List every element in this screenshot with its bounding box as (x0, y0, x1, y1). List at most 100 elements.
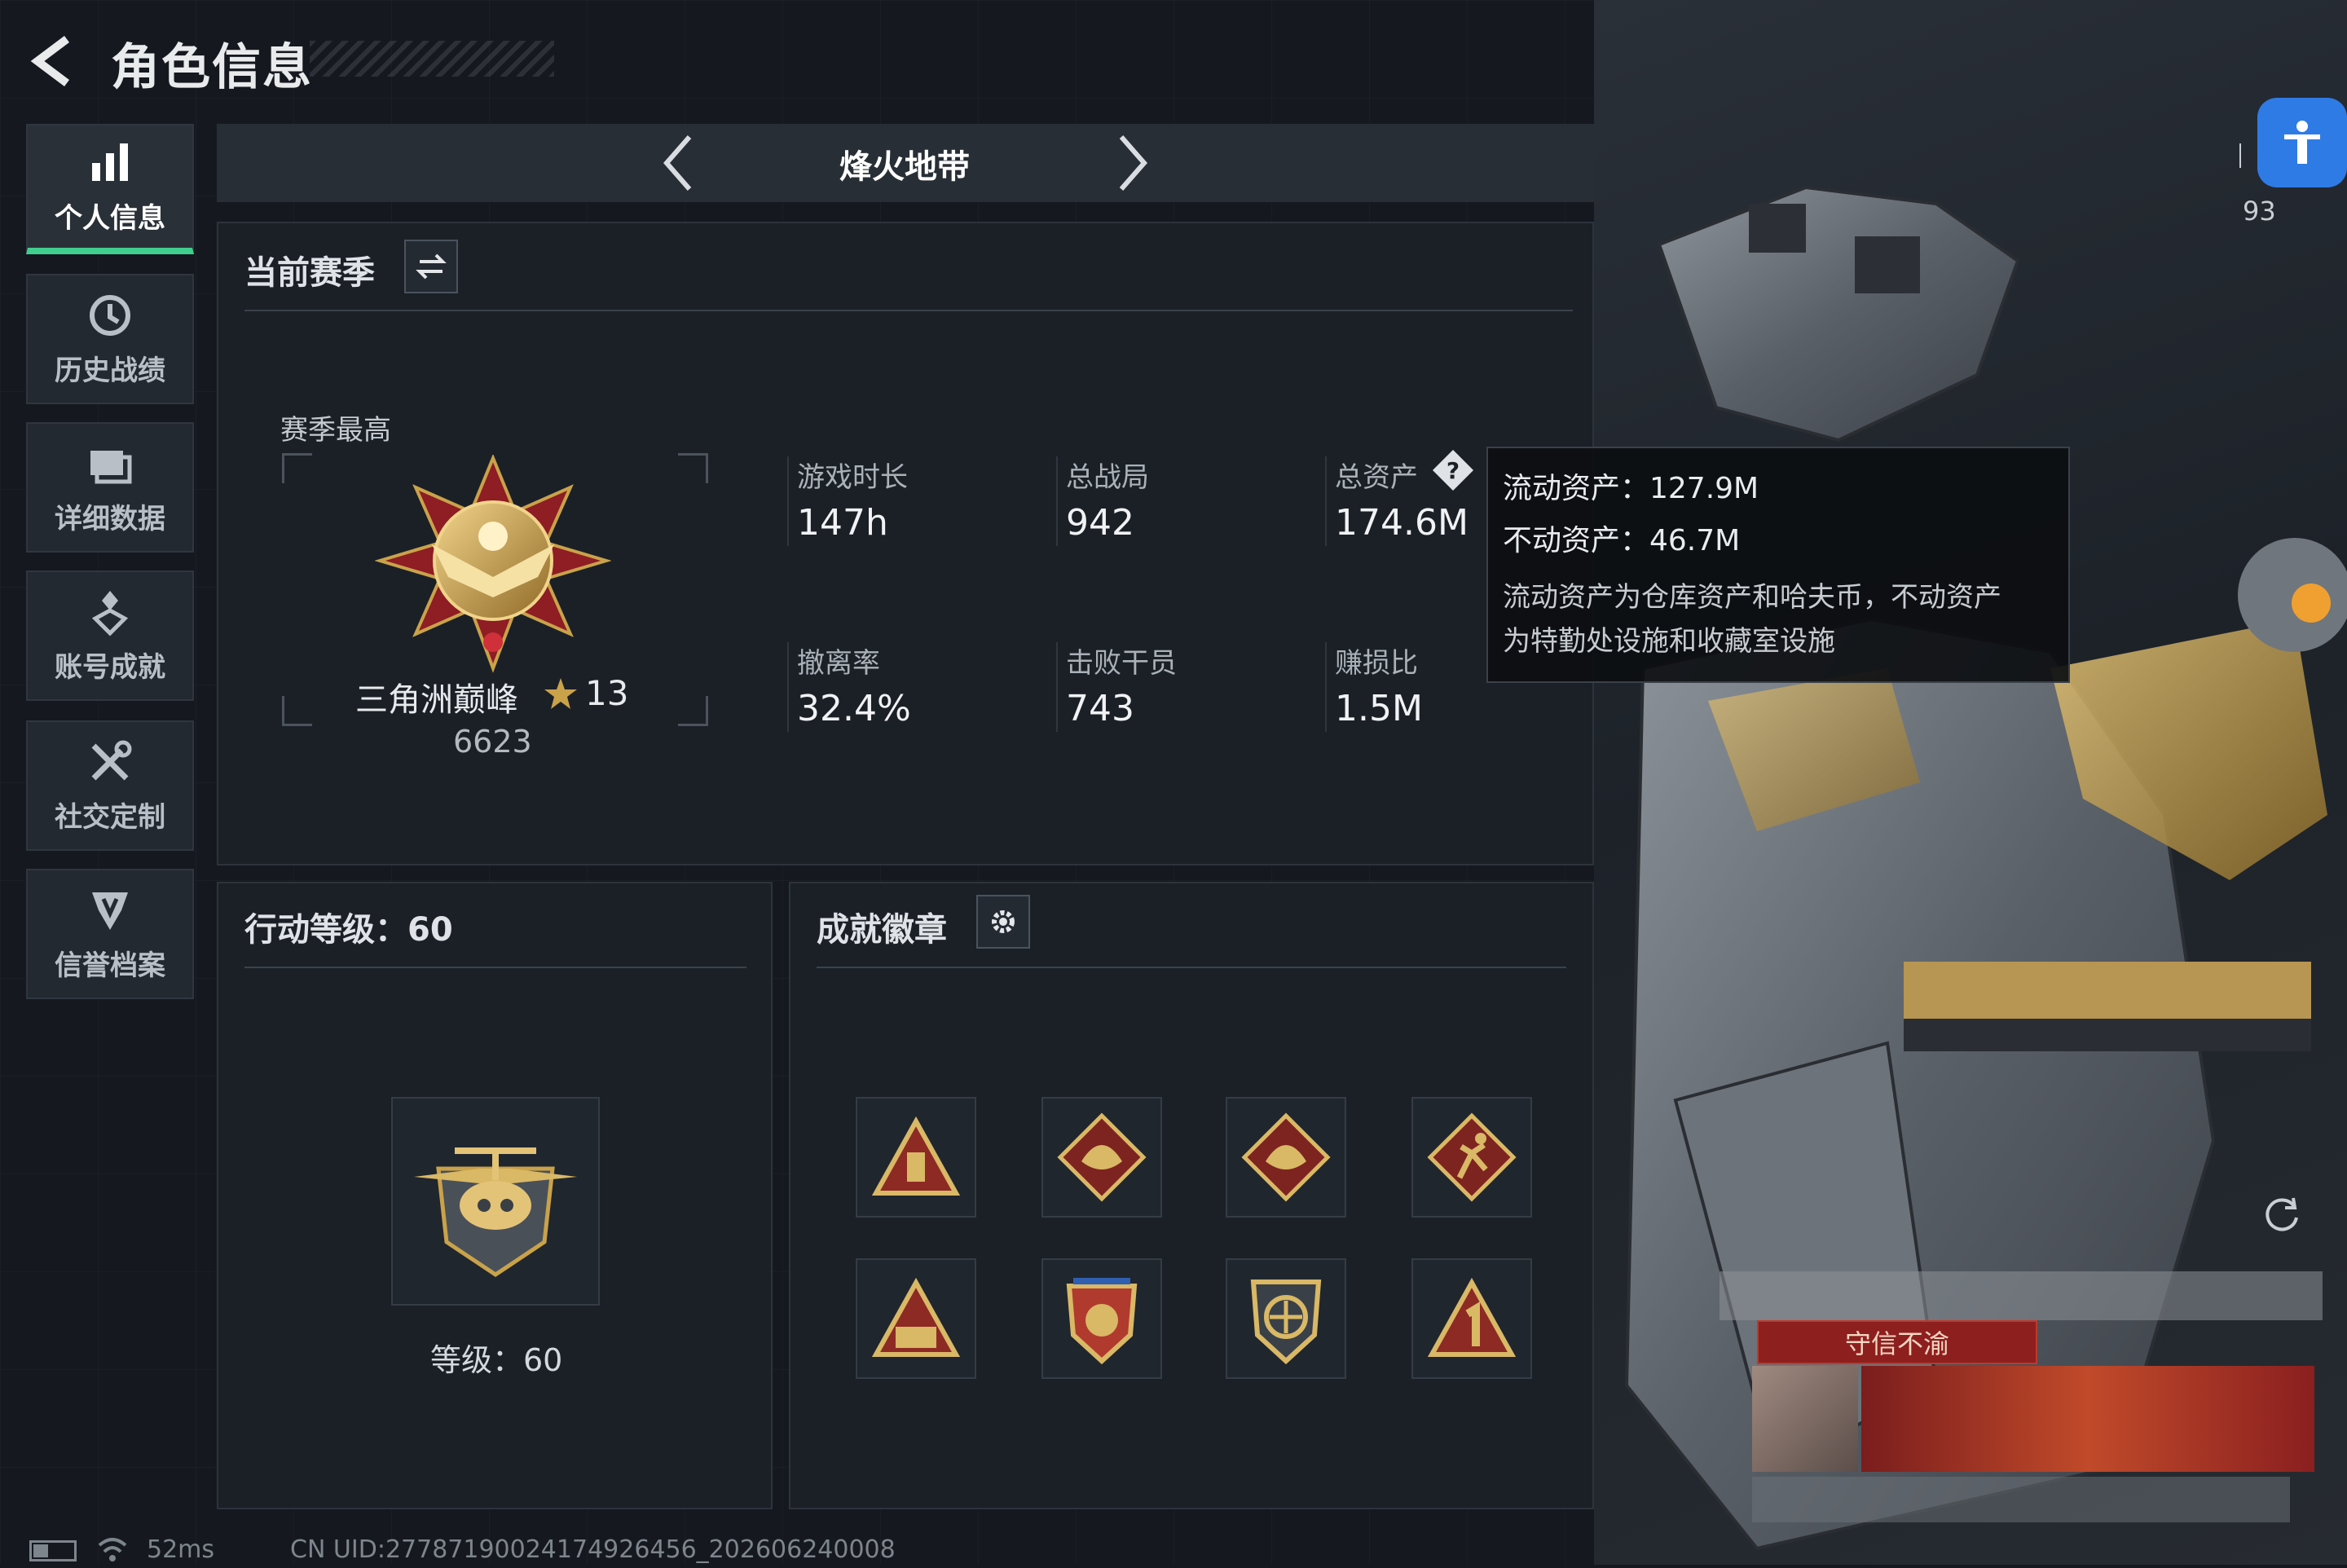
season-divider (244, 310, 1573, 311)
badges-divider (817, 967, 1566, 968)
gear-icon (992, 910, 1015, 933)
season-switch-button[interactable] (404, 240, 458, 293)
tooltip-description-line1: 流动资产为仓库资产和哈夫币，不动资产 (1503, 581, 2001, 614)
stat-value-matches: 942 (1066, 502, 1134, 544)
bar-chart-icon (92, 143, 128, 181)
stat-label-playtime: 游戏时长 (797, 461, 908, 494)
battery-icon (29, 1540, 77, 1561)
helicopter-emblem-icon (414, 1147, 577, 1278)
rank-one-badge-icon (1427, 1278, 1517, 1357)
blurred-id (1752, 1477, 2290, 1522)
crest-badge-icon (1066, 1278, 1138, 1365)
stat-label-assets: 总资产 (1335, 461, 1418, 494)
ping-value: 52ms (147, 1535, 215, 1564)
sidebar-item-achievements[interactable]: 账号成就 (26, 570, 194, 701)
nameplate-banner (1861, 1366, 2314, 1472)
accessibility-button[interactable] (2257, 98, 2347, 187)
triangle-badge-icon (871, 1117, 961, 1196)
action-level-title: 行动等级：60 (244, 911, 453, 949)
badges-settings-button[interactable] (976, 895, 1030, 949)
sidebar-item-label: 账号成就 (55, 650, 165, 684)
achievement-icon (91, 590, 129, 636)
mode-title: 烽火地带 (839, 148, 970, 186)
mode-next-button[interactable] (1100, 130, 1165, 196)
sidebar-item-label: 社交定制 (55, 800, 165, 834)
history-icon (90, 294, 130, 336)
badge-slot[interactable] (1041, 1097, 1162, 1218)
frame-corner (678, 453, 708, 483)
badge-slot[interactable] (1411, 1258, 1532, 1379)
stat-separator (1056, 456, 1058, 546)
season-title: 当前赛季 (244, 254, 375, 292)
badges-title: 成就徽章 (817, 911, 947, 949)
wifi-icon (96, 1535, 129, 1563)
player-uid: CN UID:27787190024174926456_202606240008 (290, 1535, 896, 1564)
stat-value-profit-ratio: 1.5M (1335, 688, 1423, 729)
title-hatch-decoration (310, 41, 554, 77)
stat-label-profit-ratio: 赚损比 (1335, 647, 1418, 680)
sidebar-item-label: 详细数据 (55, 502, 165, 535)
action-level-divider (244, 967, 746, 968)
runner-badge-icon (1427, 1112, 1517, 1202)
stat-separator (1325, 642, 1327, 732)
mode-prev-button[interactable] (645, 130, 711, 196)
star-icon (543, 676, 579, 712)
swap-icon (416, 253, 447, 280)
rank-score: 6623 (453, 724, 532, 760)
blurred-name (1720, 1271, 2323, 1320)
tooltip-liquid-assets: 流动资产：127.9M (1503, 472, 1759, 505)
sidebar-item-history[interactable]: 历史战绩 (26, 274, 194, 404)
sidebar-item-social[interactable]: 社交定制 (26, 720, 194, 851)
badge-slot[interactable] (1411, 1097, 1532, 1218)
chevron-left-icon (663, 135, 692, 191)
badge-slot[interactable] (1226, 1097, 1346, 1218)
frame-corner (678, 696, 708, 726)
stat-separator (787, 456, 789, 546)
player-avatar (1752, 1366, 1858, 1472)
online-count: 93 (2243, 196, 2276, 227)
badge-slot[interactable] (856, 1258, 976, 1379)
title-tag-label: 守信不渝 (1844, 1328, 1949, 1359)
stat-label-matches: 总战局 (1066, 461, 1149, 494)
folder-icon (90, 450, 132, 483)
badge-slot[interactable] (856, 1097, 976, 1218)
numbered-triangle-badge-icon (871, 1278, 961, 1357)
help-icon[interactable]: ? (1431, 448, 1475, 492)
back-button[interactable] (26, 33, 83, 90)
sidebar-item-reputation[interactable]: 信誉档案 (26, 869, 194, 999)
rank-stars: 13 (585, 673, 629, 713)
shield-badge-icon (1250, 1280, 1322, 1365)
sidebar-item-details[interactable]: 详细数据 (26, 422, 194, 553)
stat-value-kills: 743 (1066, 688, 1134, 729)
dragon-badge-icon (1057, 1112, 1147, 1202)
season-best-label: 赛季最高 (280, 414, 391, 447)
action-level-text: 等级：60 (430, 1342, 563, 1378)
sidebar-item-profile[interactable]: 个人信息 (26, 124, 194, 254)
action-level-emblem (391, 1097, 600, 1306)
stat-value-assets: 174.6M (1335, 502, 1469, 544)
sidebar-item-label: 信誉档案 (55, 949, 165, 982)
tooltip-fixed-assets: 不动资产：46.7M (1503, 524, 1741, 557)
rank-name: 三角洲巅峰 (355, 681, 518, 719)
signal-bar-icon (2239, 143, 2241, 168)
back-arrow-icon (30, 36, 69, 86)
title-tag: 守信不渝 (1757, 1320, 2037, 1364)
shield-icon (92, 892, 128, 930)
badge-slot[interactable] (1041, 1258, 1162, 1379)
sidebar-item-label: 历史战绩 (55, 354, 165, 387)
chevron-right-icon (1119, 135, 1147, 191)
stat-separator (1325, 456, 1327, 546)
badge-slot[interactable] (1226, 1258, 1346, 1379)
stat-label-kills: 击败干员 (1066, 647, 1177, 680)
tools-icon (91, 740, 132, 780)
frame-corner (282, 453, 312, 483)
rotate-icon[interactable] (2257, 1190, 2306, 1239)
svg-text:?: ? (1447, 457, 1460, 484)
dragon-badge-icon (1241, 1112, 1331, 1202)
stat-separator (1056, 642, 1058, 732)
stat-label-extraction-rate: 撤离率 (797, 647, 880, 680)
stat-separator (787, 642, 789, 732)
frame-corner (282, 696, 312, 726)
stat-value-extraction-rate: 32.4% (797, 688, 911, 729)
sidebar-item-label: 个人信息 (55, 201, 165, 235)
